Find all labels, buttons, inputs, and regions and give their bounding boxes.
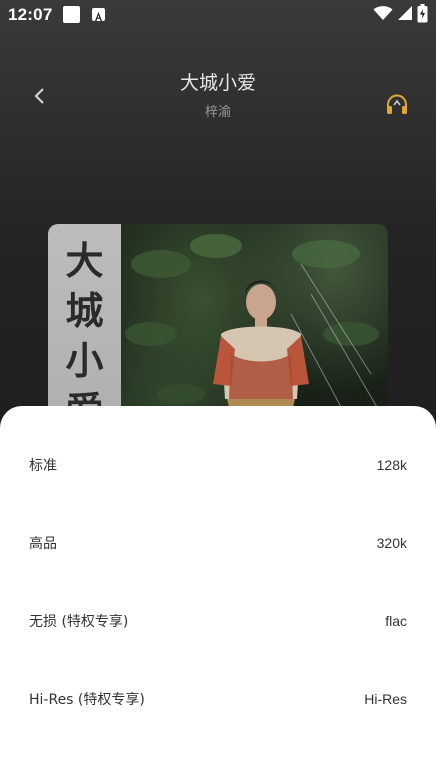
artist-name[interactable]: 梓渝 (0, 101, 436, 120)
notification-square-icon (63, 6, 80, 23)
signal-icon (397, 5, 413, 25)
quality-button[interactable] (384, 92, 410, 118)
wifi-icon (373, 5, 393, 25)
quality-option-high[interactable]: 高品 320k (0, 504, 436, 582)
quality-option-value: flac (385, 613, 407, 629)
quality-option-value: 128k (376, 457, 407, 473)
headphones-icon (387, 94, 407, 114)
status-time: 12:07 (8, 5, 53, 24)
song-title: 大城小爱 (179, 72, 256, 94)
quality-option-label: 高品 (29, 536, 57, 552)
album-cover-char: 小 (65, 338, 104, 383)
album-cover-char: 城 (65, 288, 104, 333)
quality-option-hires[interactable]: Hi-Res (特权专享) Hi-Res (0, 660, 436, 738)
album-cover-char: 大 (65, 238, 104, 283)
status-right-icons (373, 3, 428, 27)
quality-option-lossless[interactable]: 无损 (特权专享) flac (0, 582, 436, 660)
quality-option-standard[interactable]: 标准 128k (0, 426, 436, 504)
player-screen: 12:07 大城小爱 梓渝 大 城 小 标准 128k 高品 320k 无损 (… (0, 0, 436, 776)
quality-option-label: Hi-Res (特权专享) (29, 692, 145, 708)
quality-sheet: 标准 128k 高品 320k 无损 (特权专享) flac Hi-Res (特… (0, 406, 436, 776)
quality-option-value: Hi-Res (364, 691, 407, 707)
quality-option-label: 标准 (29, 458, 57, 474)
app-a-icon (92, 8, 105, 21)
status-bar: 12:07 (0, 0, 436, 30)
quality-option-label: 无损 (特权专享) (29, 614, 129, 630)
battery-icon (417, 3, 428, 27)
quality-option-value: 320k (376, 535, 407, 551)
